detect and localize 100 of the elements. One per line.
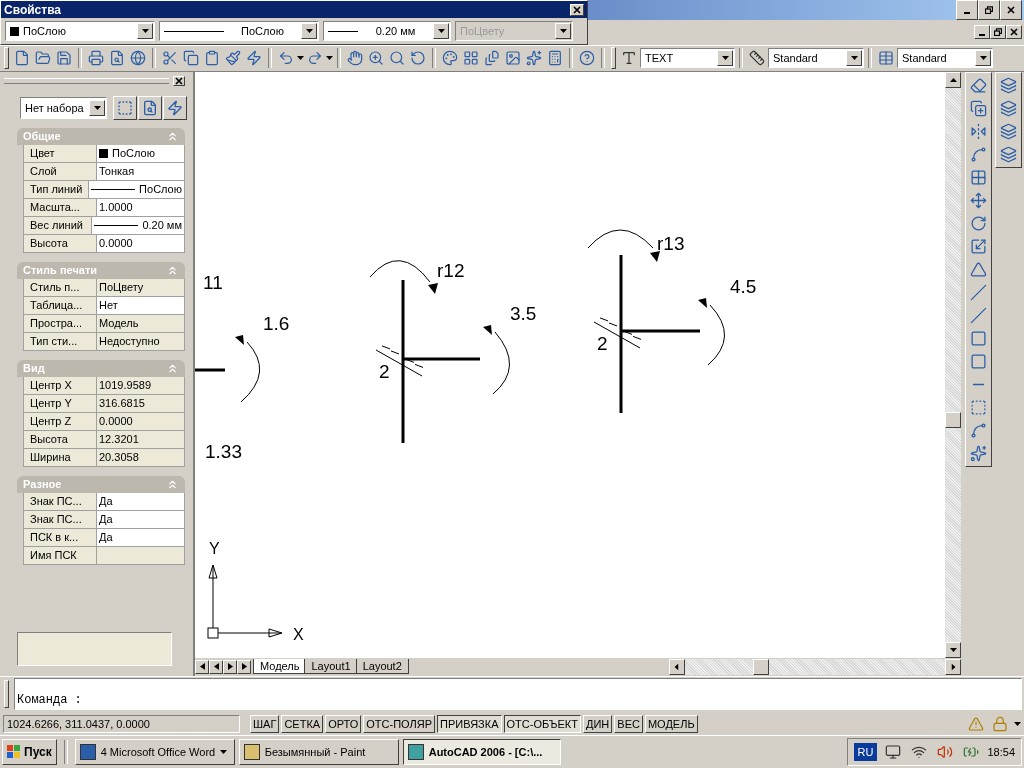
eraser-icon[interactable] xyxy=(970,76,987,94)
move-icon[interactable] xyxy=(970,191,987,209)
dropdown-arrow-button[interactable] xyxy=(301,23,317,39)
status-toggle[interactable]: ОТС-ПОЛЯР xyxy=(363,714,436,733)
restore-button[interactable] xyxy=(978,0,1000,20)
monitor-icon[interactable] xyxy=(885,743,902,760)
scale-icon[interactable] xyxy=(970,237,987,255)
selection-dropdown[interactable]: Нет набора xyxy=(20,96,107,119)
slash-icon[interactable] xyxy=(970,306,987,324)
image-icon[interactable] xyxy=(505,50,521,67)
scroll-left-button[interactable] xyxy=(668,658,685,675)
dimension-style-dropdown[interactable]: Standard xyxy=(768,48,864,69)
pick-button[interactable] xyxy=(138,95,162,120)
triangle-icon[interactable] xyxy=(970,260,987,278)
grid-icon[interactable] xyxy=(463,50,479,67)
speaker-icon[interactable] xyxy=(937,743,954,760)
linetype-dropdown[interactable]: ПоСлою xyxy=(159,21,319,41)
layout-tab[interactable]: Layout2 xyxy=(355,659,409,674)
preview-icon[interactable] xyxy=(109,50,125,67)
lightning-icon[interactable] xyxy=(246,50,262,67)
open-folder-icon[interactable] xyxy=(35,50,51,67)
tab-nav-button[interactable] xyxy=(237,659,251,674)
curve-icon[interactable] xyxy=(970,145,987,163)
tab-nav-button[interactable] xyxy=(223,659,237,674)
minimize-button[interactable] xyxy=(956,0,978,20)
undo-icon[interactable] xyxy=(278,50,294,67)
globe-icon[interactable] xyxy=(130,50,146,67)
sparkle-icon[interactable] xyxy=(526,50,542,67)
mirror-icon[interactable] xyxy=(970,122,987,140)
close-button[interactable] xyxy=(1006,25,1022,39)
layers-icon[interactable] xyxy=(1000,76,1017,94)
taskbar-button[interactable]: Безымянный - Paint xyxy=(238,738,399,765)
hand-icon[interactable] xyxy=(347,50,363,67)
lock-icon[interactable] xyxy=(992,715,1008,732)
scrollbar-thumb[interactable] xyxy=(752,658,769,675)
dropdown-arrow-button[interactable] xyxy=(137,23,153,39)
save-icon[interactable] xyxy=(56,50,72,67)
dropdown-arrow-button[interactable] xyxy=(433,23,449,39)
status-toggle[interactable]: ОТС-ОБЪЕКТ xyxy=(503,714,581,733)
close-button[interactable] xyxy=(173,75,185,86)
taskbar-button[interactable]: AutoCAD 2006 - [C:\... xyxy=(402,738,561,765)
copy-icon[interactable] xyxy=(183,50,199,67)
clipboard-icon[interactable] xyxy=(204,50,220,67)
tab-nav-button[interactable] xyxy=(195,659,209,674)
status-toggle[interactable]: ШАГ xyxy=(250,714,280,733)
lineweight-dropdown[interactable]: 0.20 мм xyxy=(323,21,451,41)
help-icon[interactable] xyxy=(579,50,595,67)
redo-icon[interactable] xyxy=(307,50,323,67)
table-style-dropdown[interactable]: Standard xyxy=(897,48,993,69)
tab-nav-button[interactable] xyxy=(209,659,223,674)
restore-button[interactable] xyxy=(990,25,1006,39)
curve-icon[interactable] xyxy=(970,421,987,439)
status-toggle[interactable]: СЕТКА xyxy=(281,714,324,733)
rotate-icon[interactable] xyxy=(970,214,987,232)
text-style-icon[interactable] xyxy=(621,50,637,67)
layers-icon[interactable] xyxy=(1000,99,1017,117)
slash-icon[interactable] xyxy=(970,283,987,301)
dropdown-arrow-button[interactable] xyxy=(846,50,862,67)
scrollbar-thumb[interactable] xyxy=(945,411,961,428)
minimize-button[interactable] xyxy=(974,25,990,39)
status-toggle[interactable]: МОДЕЛЬ xyxy=(644,714,698,733)
brush-icon[interactable] xyxy=(225,50,241,67)
taskbar-button[interactable]: 4 Microsoft Office Word xyxy=(74,738,235,765)
warning-icon[interactable] xyxy=(968,715,984,732)
color-dropdown[interactable]: ПоСлою xyxy=(5,21,155,41)
filter-button[interactable] xyxy=(163,95,187,120)
close-button[interactable] xyxy=(1000,0,1022,20)
text-style-dropdown[interactable]: TEXT xyxy=(640,48,735,69)
corner-icon[interactable] xyxy=(970,398,987,416)
dimension-style-icon[interactable] xyxy=(749,50,765,67)
layout-tab[interactable]: Layout1 xyxy=(304,659,358,674)
table-style-icon[interactable] xyxy=(878,50,894,67)
status-toggle[interactable]: ПРИВЯЗКА xyxy=(437,714,502,733)
explode-icon[interactable] xyxy=(970,444,987,462)
scroll-right-button[interactable] xyxy=(945,658,961,675)
scissors-icon[interactable] xyxy=(162,50,178,67)
palette-icon[interactable] xyxy=(442,50,458,67)
dropdown-arrow-button[interactable] xyxy=(89,99,105,116)
grid-icon[interactable] xyxy=(970,168,987,186)
zoom-previous-icon[interactable] xyxy=(410,50,426,67)
close-button[interactable] xyxy=(570,3,584,16)
new-file-icon[interactable] xyxy=(14,50,30,67)
status-toggle[interactable]: ДИН xyxy=(583,714,613,733)
calculator-icon[interactable] xyxy=(547,50,563,67)
status-toggle[interactable]: ВЕС xyxy=(614,714,643,733)
documents-icon[interactable] xyxy=(484,50,500,67)
drawing-canvas[interactable]: 11 1.6 1.33 r12 2 3.5 r13 2 4.5 Y X xyxy=(195,71,945,658)
status-toggle[interactable]: ОРТО xyxy=(325,714,362,733)
printer-icon[interactable] xyxy=(88,50,104,67)
dropdown-arrow-button[interactable] xyxy=(717,50,733,67)
square-icon[interactable] xyxy=(970,352,987,370)
copy-icon[interactable] xyxy=(970,99,987,117)
layers-icon[interactable] xyxy=(1000,145,1017,163)
zoom-in-icon[interactable] xyxy=(368,50,384,67)
start-button[interactable]: Пуск xyxy=(2,738,57,765)
square-icon[interactable] xyxy=(970,329,987,347)
quick-select-button[interactable] xyxy=(113,95,137,120)
zoom-icon[interactable] xyxy=(389,50,405,67)
dropdown-arrow-button[interactable] xyxy=(975,50,991,67)
language-indicator[interactable]: RU xyxy=(853,742,878,761)
